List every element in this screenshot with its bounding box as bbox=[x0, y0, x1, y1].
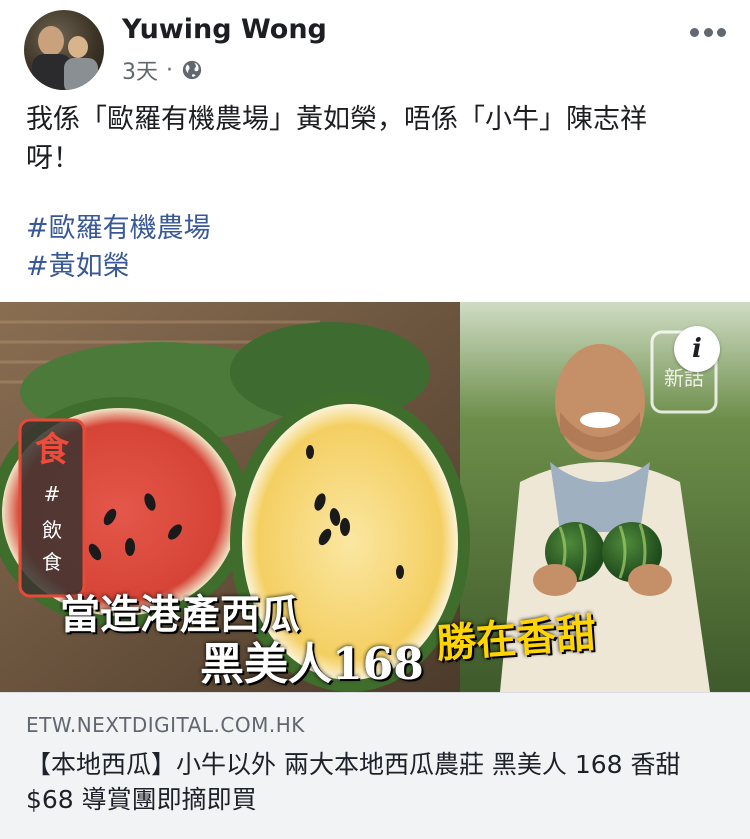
badge-sub-1: # bbox=[43, 482, 61, 506]
hashtag-link[interactable]: #歐羅有機農場 bbox=[26, 210, 211, 248]
image-caption-highlight: 勝在香甜 bbox=[434, 609, 598, 668]
meta-separator: · bbox=[166, 57, 173, 83]
author-name[interactable]: Yuwing Wong bbox=[122, 14, 327, 45]
link-preview-image[interactable]: 食 # 飲 食 當造港產西瓜 黑美人168 勝在香甜 新話 i bbox=[0, 302, 750, 692]
image-caption-line2: 黑美人168 bbox=[200, 639, 424, 690]
post-text-line: 呀！ bbox=[26, 143, 80, 174]
info-glyph: i bbox=[692, 334, 702, 364]
badge-sub-2: 飲 bbox=[42, 518, 62, 542]
link-domain: ETW.NEXTDIGITAL.COM.HK bbox=[26, 713, 305, 737]
hashtag-link[interactable]: #黃如榮 bbox=[26, 248, 211, 286]
link-title[interactable]: 【本地西瓜】小牛以外 兩大本地西瓜農莊 黑美人 168 香甜 $68 導賞團即摘… bbox=[26, 747, 731, 817]
link-preview-text[interactable]: ETW.NEXTDIGITAL.COM.HK 【本地西瓜】小牛以外 兩大本地西瓜… bbox=[0, 692, 750, 839]
author-avatar[interactable] bbox=[24, 10, 104, 90]
post-text-line: 我係「歐羅有機農場」黃如榮，唔係「小牛」陳志祥 bbox=[26, 104, 647, 135]
post-meta: 3天 · bbox=[122, 54, 203, 86]
info-icon[interactable]: i bbox=[674, 326, 720, 372]
post-timestamp[interactable]: 3天 bbox=[122, 54, 158, 86]
more-options-icon[interactable] bbox=[690, 22, 726, 42]
badge-sub-3: 食 bbox=[42, 550, 62, 574]
badge-char: 食 bbox=[35, 430, 69, 470]
link-preview-card[interactable]: 食 # 飲 食 當造港產西瓜 黑美人168 勝在香甜 新話 i ETW.NEXT… bbox=[0, 302, 750, 839]
globe-icon[interactable] bbox=[181, 59, 203, 81]
hashtag-list: #歐羅有機農場 #黃如榮 bbox=[26, 210, 211, 286]
post-message: 我係「歐羅有機農場」黃如榮，唔係「小牛」陳志祥 呀！ bbox=[26, 100, 726, 178]
post-header: Yuwing Wong 3天 · bbox=[0, 0, 750, 96]
